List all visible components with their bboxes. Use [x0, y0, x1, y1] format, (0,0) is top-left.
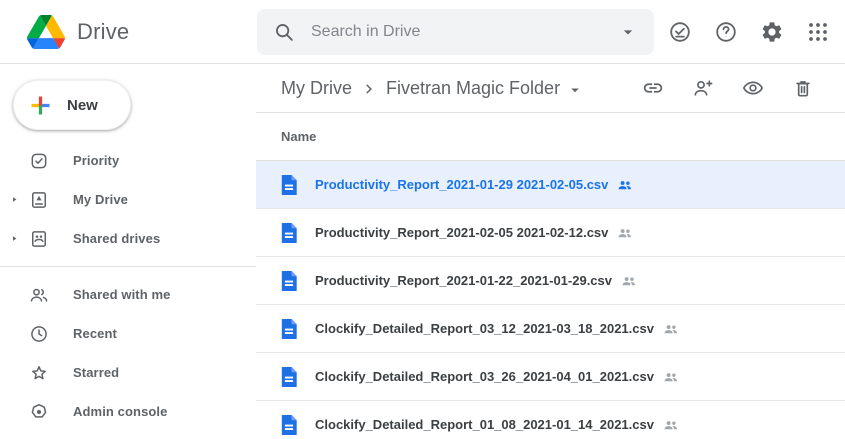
google-apps-grid-icon	[806, 20, 830, 44]
app-header: Drive	[0, 0, 845, 64]
shared-with-me-icon	[29, 285, 49, 305]
breadcrumb-my-drive[interactable]: My Drive	[281, 78, 352, 99]
csv-file-icon	[281, 175, 297, 195]
csv-file-icon	[281, 367, 297, 387]
shared-people-icon	[616, 176, 634, 194]
file-row[interactable]: Clockify_Detailed_Report_01_08_2021-01_1…	[256, 401, 845, 439]
header-actions	[668, 20, 845, 44]
csv-file-icon	[281, 415, 297, 435]
my-drive-icon	[29, 190, 49, 210]
offline-status-button[interactable]	[668, 20, 692, 44]
sidebar-item-recent[interactable]: Recent	[0, 314, 256, 353]
admin-console-icon	[29, 402, 49, 422]
starred-icon	[29, 363, 49, 383]
priority-icon	[29, 151, 49, 171]
file-row[interactable]: Clockify_Detailed_Report_03_12_2021-03_1…	[256, 305, 845, 353]
drive-logo-icon	[27, 15, 65, 49]
preview-button[interactable]	[741, 76, 765, 100]
file-row[interactable]: Productivity_Report_2021-01-22_2021-01-2…	[256, 257, 845, 305]
search-input[interactable]	[309, 22, 618, 42]
sidebar-divider	[0, 266, 256, 267]
breadcrumb-current-folder[interactable]: Fivetran Magic Folder	[386, 77, 584, 99]
get-link-button[interactable]	[641, 76, 665, 100]
file-row[interactable]: Clockify_Detailed_Report_03_26_2021-04_0…	[256, 353, 845, 401]
sidebar-item-admin-console[interactable]: Admin console	[0, 392, 256, 431]
sidebar-item-priority[interactable]: Priority	[0, 141, 256, 180]
folder-menu-caret-icon	[566, 81, 584, 99]
new-button-label: New	[67, 97, 98, 114]
delete-button[interactable]	[791, 76, 815, 100]
sidebar-item-shared-drives[interactable]: Shared drives	[0, 219, 256, 258]
settings-button[interactable]	[760, 20, 784, 44]
recent-clock-icon	[29, 324, 49, 344]
spacer	[7, 154, 21, 168]
link-icon	[642, 77, 664, 99]
expand-arrow-icon[interactable]	[7, 232, 21, 246]
spacer	[7, 288, 21, 302]
add-person-icon	[692, 77, 714, 99]
shared-people-icon	[662, 416, 680, 434]
help-button[interactable]	[714, 20, 738, 44]
spacer	[7, 366, 21, 380]
share-button[interactable]	[691, 76, 715, 100]
search-bar[interactable]	[257, 9, 654, 55]
sidebar-item-starred[interactable]: Starred	[0, 353, 256, 392]
shared-people-icon	[620, 272, 638, 290]
expand-arrow-icon[interactable]	[7, 193, 21, 207]
shared-people-icon	[662, 368, 680, 386]
csv-file-icon	[281, 223, 297, 243]
shared-people-icon	[662, 320, 680, 338]
selection-toolbar	[641, 76, 815, 100]
file-list: Productivity_Report_2021-01-29 2021-02-0…	[256, 161, 845, 439]
csv-file-icon	[281, 319, 297, 339]
breadcrumb-bar: My Drive Fivetran Magic Folder	[256, 64, 845, 113]
app-title: Drive	[77, 19, 129, 45]
drive-home-link[interactable]: Drive	[0, 15, 257, 49]
new-button[interactable]: New	[13, 80, 131, 130]
sidebar-nav: Priority My Drive	[0, 141, 256, 431]
main-content: My Drive Fivetran Magic Folder	[256, 64, 845, 439]
sidebar-item-shared-with-me[interactable]: Shared with me	[0, 275, 256, 314]
search-icon	[273, 21, 295, 43]
sidebar: New Priority	[0, 64, 256, 439]
column-header-name[interactable]: Name	[256, 113, 845, 161]
shared-drives-icon	[29, 229, 49, 249]
google-apps-button[interactable]	[806, 20, 830, 44]
settings-gear-icon	[760, 20, 784, 44]
sidebar-item-my-drive[interactable]: My Drive	[0, 180, 256, 219]
eye-icon	[742, 77, 764, 99]
file-row[interactable]: Productivity_Report_2021-01-29 2021-02-0…	[256, 161, 845, 209]
new-plus-icon	[27, 92, 54, 119]
file-row[interactable]: Productivity_Report_2021-02-05 2021-02-1…	[256, 209, 845, 257]
search-options-caret-icon[interactable]	[618, 22, 638, 42]
help-icon	[714, 20, 738, 44]
chevron-right-icon	[360, 80, 378, 98]
trash-icon	[792, 77, 814, 99]
spacer	[7, 405, 21, 419]
spacer	[7, 327, 21, 341]
shared-people-icon	[616, 224, 634, 242]
offline-ready-icon	[668, 20, 692, 44]
csv-file-icon	[281, 271, 297, 291]
